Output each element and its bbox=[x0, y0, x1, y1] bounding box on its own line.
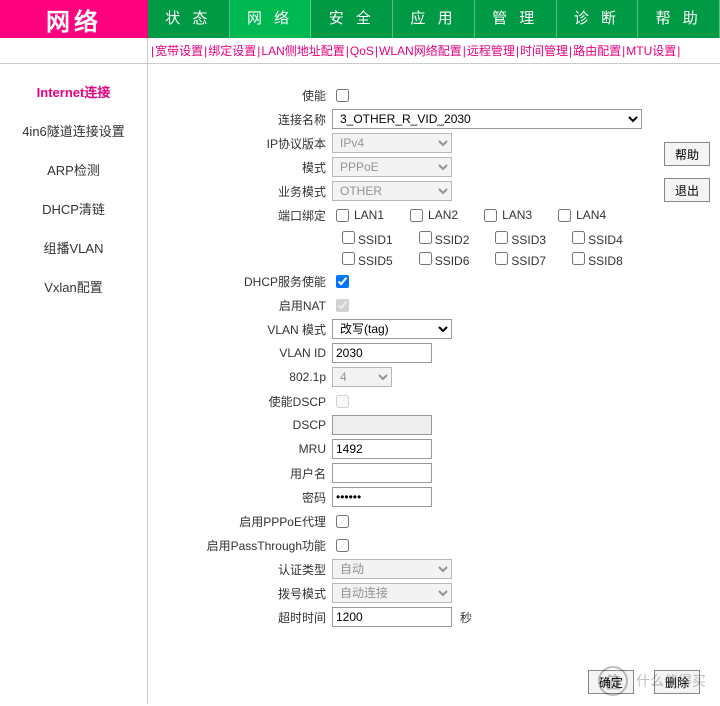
dialmode-select[interactable]: 自动连接 bbox=[332, 583, 452, 603]
port-ssid8[interactable] bbox=[572, 252, 585, 265]
nav-multivlan[interactable]: 组播VLAN bbox=[0, 228, 147, 267]
vlanmode-label: VLAN 模式 bbox=[162, 321, 332, 338]
port-ssid6[interactable] bbox=[419, 252, 432, 265]
nav-4in6[interactable]: 4in6隧道连接设置 bbox=[0, 111, 147, 150]
dhcpsrv-label: DHCP服务使能 bbox=[162, 273, 332, 290]
help-button[interactable]: 帮助 bbox=[664, 142, 710, 166]
mode-label: 模式 bbox=[162, 159, 332, 176]
subnav-mtu[interactable]: MTU设置 bbox=[626, 42, 676, 59]
tab-manage[interactable]: 管 理 bbox=[475, 0, 557, 38]
port-lan3[interactable] bbox=[484, 209, 497, 222]
left-nav: Internet连接 4in6隧道连接设置 ARP检测 DHCP清链 组播VLA… bbox=[0, 64, 148, 704]
port-ssid5[interactable] bbox=[342, 252, 355, 265]
ssid-group-b: SSID5 SSID6 SSID7 SSID8 bbox=[338, 249, 706, 268]
authtype-select[interactable]: 自动 bbox=[332, 559, 452, 579]
dscp-label: DSCP bbox=[162, 418, 332, 432]
user-label: 用户名 bbox=[162, 465, 332, 482]
dot1p-select[interactable]: 4 bbox=[332, 367, 392, 387]
svcmode-label: 业务模式 bbox=[162, 183, 332, 200]
tab-status[interactable]: 状 态 bbox=[148, 0, 230, 38]
passthrough-checkbox[interactable] bbox=[336, 539, 349, 552]
svcmode-select[interactable]: OTHER bbox=[332, 181, 452, 201]
mru-input[interactable] bbox=[332, 439, 432, 459]
ok-button[interactable]: 确定 bbox=[588, 670, 634, 694]
pppoeproxy-checkbox[interactable] bbox=[336, 515, 349, 528]
port-ssid7[interactable] bbox=[495, 252, 508, 265]
port-lan4[interactable] bbox=[558, 209, 571, 222]
tab-security[interactable]: 安 全 bbox=[311, 0, 393, 38]
passthrough-label: 启用PassThrough功能 bbox=[162, 537, 332, 554]
vlanmode-select[interactable]: 改写(tag) bbox=[332, 319, 452, 339]
nav-arp[interactable]: ARP检测 bbox=[0, 150, 147, 189]
subnav-binding[interactable]: 绑定设置 bbox=[208, 42, 256, 59]
subnav-qos[interactable]: QoS bbox=[350, 44, 374, 58]
subnav-wlan[interactable]: WLAN网络配置 bbox=[379, 42, 462, 59]
dhcpsrv-checkbox[interactable] bbox=[336, 275, 349, 288]
pass-input[interactable] bbox=[332, 487, 432, 507]
tab-app[interactable]: 应 用 bbox=[393, 0, 475, 38]
subnav-lan[interactable]: LAN侧地址配置 bbox=[261, 42, 344, 59]
lan-port-group: LAN1 LAN2 LAN3 LAN4 bbox=[332, 206, 606, 225]
brand-title: 网络 bbox=[0, 0, 148, 38]
mru-label: MRU bbox=[162, 442, 332, 456]
main-panel: 帮助 退出 使能 连接名称 3_OTHER_R_VID_2030 IP协议版本 … bbox=[148, 64, 720, 704]
vlanid-label: VLAN ID bbox=[162, 346, 332, 360]
tab-network[interactable]: 网 络 bbox=[230, 0, 312, 38]
timeout-input[interactable] bbox=[332, 607, 452, 627]
nav-internet[interactable]: Internet连接 bbox=[0, 72, 147, 111]
dscp-enable-label: 使能DSCP bbox=[162, 393, 332, 410]
pppoeproxy-label: 启用PPPoE代理 bbox=[162, 513, 332, 530]
port-ssid3[interactable] bbox=[495, 231, 508, 244]
topbar: 网络 状 态 网 络 安 全 应 用 管 理 诊 断 帮 助 bbox=[0, 0, 720, 38]
bottom-buttons: 确定 删除 bbox=[588, 670, 700, 694]
tab-help[interactable]: 帮 助 bbox=[638, 0, 720, 38]
port-ssid4[interactable] bbox=[572, 231, 585, 244]
nav-vxlan[interactable]: Vxlan配置 bbox=[0, 267, 147, 306]
tab-diagnose[interactable]: 诊 断 bbox=[557, 0, 639, 38]
enable-checkbox[interactable] bbox=[336, 89, 349, 102]
dialmode-label: 拨号模式 bbox=[162, 585, 332, 602]
vlanid-input[interactable] bbox=[332, 343, 432, 363]
exit-button[interactable]: 退出 bbox=[664, 178, 710, 202]
pass-label: 密码 bbox=[162, 489, 332, 506]
timeout-label: 超时时间 bbox=[162, 609, 332, 626]
authtype-label: 认证类型 bbox=[162, 561, 332, 578]
tabs: 状 态 网 络 安 全 应 用 管 理 诊 断 帮 助 bbox=[148, 0, 720, 38]
subnav-broadband[interactable]: 宽带设置 bbox=[155, 42, 203, 59]
subnav-links: | 宽带设置| 绑定设置| LAN侧地址配置| QoS| WLAN网络配置| 远… bbox=[148, 38, 720, 63]
subnav-remote[interactable]: 远程管理 bbox=[467, 42, 515, 59]
connname-select[interactable]: 3_OTHER_R_VID_2030 bbox=[332, 109, 642, 129]
nat-label: 启用NAT bbox=[162, 297, 332, 314]
ssid-group-a: SSID1 SSID2 SSID3 SSID4 bbox=[338, 228, 706, 247]
port-ssid1[interactable] bbox=[342, 231, 355, 244]
port-lan1[interactable] bbox=[336, 209, 349, 222]
connname-label: 连接名称 bbox=[162, 111, 332, 128]
port-lan2[interactable] bbox=[410, 209, 423, 222]
dscp-input[interactable] bbox=[332, 415, 432, 435]
subnav: | 宽带设置| 绑定设置| LAN侧地址配置| QoS| WLAN网络配置| 远… bbox=[0, 38, 720, 64]
dot1p-label: 802.1p bbox=[162, 370, 332, 384]
del-button[interactable]: 删除 bbox=[654, 670, 700, 694]
mode-select[interactable]: PPPoE bbox=[332, 157, 452, 177]
nav-dhcpclear[interactable]: DHCP清链 bbox=[0, 189, 147, 228]
port-ssid2[interactable] bbox=[419, 231, 432, 244]
subnav-spacer bbox=[0, 38, 148, 63]
side-buttons: 帮助 退出 bbox=[664, 142, 710, 202]
portbind-label: 端口绑定 bbox=[162, 207, 332, 224]
enable-label: 使能 bbox=[162, 87, 332, 104]
body: Internet连接 4in6隧道连接设置 ARP检测 DHCP清链 组播VLA… bbox=[0, 64, 720, 704]
dscp-enable-checkbox[interactable] bbox=[336, 395, 349, 408]
user-input[interactable] bbox=[332, 463, 432, 483]
subnav-time[interactable]: 时间管理 bbox=[520, 42, 568, 59]
nat-checkbox[interactable] bbox=[336, 299, 349, 312]
timeout-suffix: 秒 bbox=[460, 609, 472, 626]
subnav-route[interactable]: 路由配置 bbox=[573, 42, 621, 59]
ipver-select[interactable]: IPv4 bbox=[332, 133, 452, 153]
ipver-label: IP协议版本 bbox=[162, 135, 332, 152]
